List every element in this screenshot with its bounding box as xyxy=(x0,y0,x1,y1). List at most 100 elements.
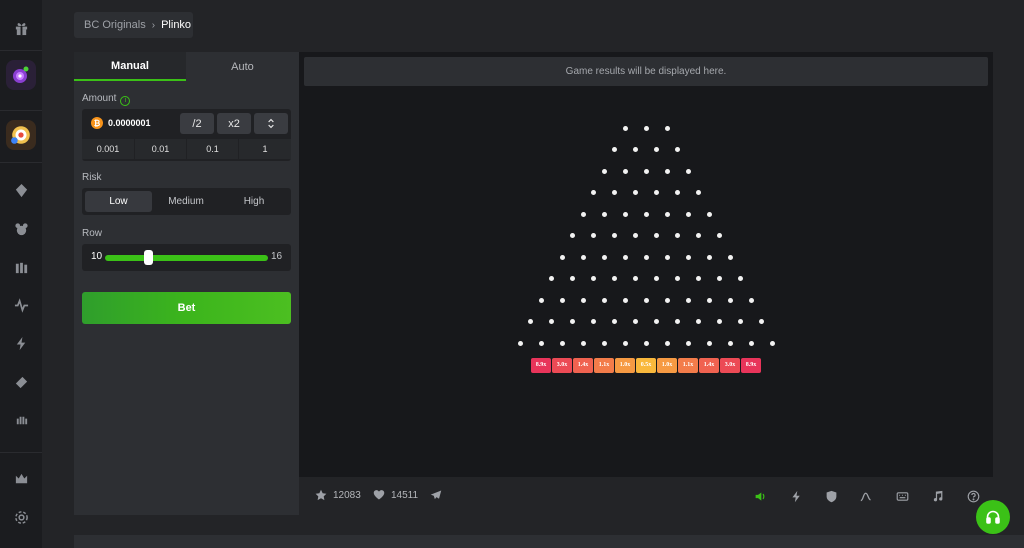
plinko-pin xyxy=(633,319,638,324)
tab-manual[interactable]: Manual xyxy=(74,52,186,81)
plinko-pin xyxy=(528,319,533,324)
likes-count: 12083 xyxy=(333,489,361,501)
row-slider-box: 10 16 xyxy=(82,244,291,271)
multiplier-slot: 1.0x xyxy=(657,357,677,373)
plinko-pin xyxy=(643,297,649,303)
plinko-pin xyxy=(717,276,722,281)
amount-stepper-button[interactable] xyxy=(254,113,288,134)
activity-icon[interactable] xyxy=(0,290,42,320)
quick-amount-0.01[interactable]: 0.01 xyxy=(135,139,186,159)
hotkeys-icon[interactable] xyxy=(895,489,909,503)
support-chat-button[interactable] xyxy=(976,500,1010,534)
plinko-pin xyxy=(580,297,586,303)
quick-amount-0.1[interactable]: 0.1 xyxy=(187,139,238,159)
risk-high-option[interactable]: High xyxy=(220,191,288,212)
bottom-section xyxy=(74,535,1024,548)
plinko-pin xyxy=(717,319,722,324)
telegram-icon xyxy=(430,490,442,500)
plinko-pin xyxy=(717,233,722,238)
cards-icon[interactable] xyxy=(0,175,42,205)
plinko-pin xyxy=(664,297,670,303)
risk-medium-option[interactable]: Medium xyxy=(152,191,220,212)
amount-label: Amount i xyxy=(82,93,131,106)
game-area: Game results will be displayed here. 8.9… xyxy=(299,52,993,515)
plinko-pin xyxy=(612,319,617,324)
plinko-pin xyxy=(643,168,649,174)
plinko-pin xyxy=(727,340,733,346)
sound-icon[interactable] xyxy=(753,489,767,503)
plinko-pin xyxy=(675,276,680,281)
star-icon xyxy=(315,489,327,501)
casino-chip-icon[interactable] xyxy=(6,120,36,150)
hand-icon[interactable] xyxy=(0,405,42,435)
tab-auto[interactable]: Auto xyxy=(186,52,299,81)
plinko-pin xyxy=(664,168,670,174)
plinko-pin xyxy=(696,276,701,281)
settings-icon[interactable] xyxy=(0,502,42,532)
quick-amount-1[interactable]: 1 xyxy=(239,139,291,159)
risk-low-option[interactable]: Low xyxy=(85,191,152,212)
plinko-pin xyxy=(633,147,638,152)
favorites-count: 14511 xyxy=(391,489,419,501)
breadcrumb-bc-originals[interactable]: BC Originals xyxy=(84,19,146,31)
plinko-pin xyxy=(738,319,743,324)
plinko-pin xyxy=(748,340,754,346)
plinko-pin xyxy=(612,233,617,238)
mode-tabs: Manual Auto xyxy=(74,52,299,81)
plinko-pin xyxy=(559,297,565,303)
quick-amount-0.001[interactable]: 0.001 xyxy=(82,139,134,159)
vip-crown-icon[interactable] xyxy=(0,463,42,493)
plinko-pin xyxy=(622,340,628,346)
multiplier-slot: 1.0x xyxy=(615,357,635,373)
plinko-pin xyxy=(570,276,575,281)
breadcrumb: BC Originals › Plinko xyxy=(74,12,193,38)
pulse-icon[interactable] xyxy=(0,213,42,243)
plinko-pin xyxy=(633,233,638,238)
row-slider-track[interactable] xyxy=(105,255,268,261)
share-button[interactable] xyxy=(430,489,448,501)
half-amount-button[interactable]: /2 xyxy=(180,113,214,134)
info-icon[interactable]: i xyxy=(120,95,131,106)
plinko-pin xyxy=(622,125,628,131)
plinko-pin xyxy=(591,276,596,281)
row-slider-thumb[interactable] xyxy=(144,250,153,265)
help-icon[interactable] xyxy=(966,489,980,503)
plinko-pin xyxy=(727,297,733,303)
plinko-pin xyxy=(748,297,754,303)
bet-button[interactable]: Bet xyxy=(82,292,291,324)
fairness-icon[interactable] xyxy=(824,489,838,503)
likes-counter[interactable]: 12083 xyxy=(315,489,361,501)
multiplier-slot: 8.9x xyxy=(531,357,551,373)
ticket-icon[interactable] xyxy=(0,367,42,397)
game-results-bar: Game results will be displayed here. xyxy=(304,57,988,86)
plinko-pin xyxy=(675,233,680,238)
gift-icon[interactable] xyxy=(0,13,42,43)
bitcoin-icon: ₿ xyxy=(91,117,103,129)
chart-bars-icon[interactable] xyxy=(0,252,42,282)
plinko-pin xyxy=(580,340,586,346)
tag-icon[interactable] xyxy=(6,60,36,90)
plinko-pin xyxy=(675,319,680,324)
chevron-right-icon: › xyxy=(151,19,156,31)
stats-icon[interactable] xyxy=(859,489,873,503)
plinko-pin xyxy=(654,319,659,324)
plinko-pin xyxy=(601,297,607,303)
amount-value: 0.0000001 xyxy=(108,118,151,128)
plinko-pin xyxy=(549,319,554,324)
amount-input[interactable]: ₿ 0.0000001 xyxy=(86,112,176,134)
plinko-pin xyxy=(654,276,659,281)
plinko-pin xyxy=(675,147,680,152)
plinko-pin xyxy=(643,211,649,217)
lightning-icon[interactable] xyxy=(0,328,42,358)
plinko-pin xyxy=(570,233,575,238)
double-amount-button[interactable]: x2 xyxy=(217,113,251,134)
music-icon[interactable] xyxy=(930,489,944,503)
favorites-counter[interactable]: 14511 xyxy=(373,489,418,501)
turbo-icon[interactable] xyxy=(789,489,803,503)
plinko-pin xyxy=(559,340,565,346)
row-min-value: 10 xyxy=(91,251,103,262)
multiplier-slot: 0.5x xyxy=(636,357,656,373)
multiplier-slot: 3.0x xyxy=(552,357,572,373)
plinko-pin xyxy=(622,254,628,260)
plinko-pin xyxy=(664,125,670,131)
